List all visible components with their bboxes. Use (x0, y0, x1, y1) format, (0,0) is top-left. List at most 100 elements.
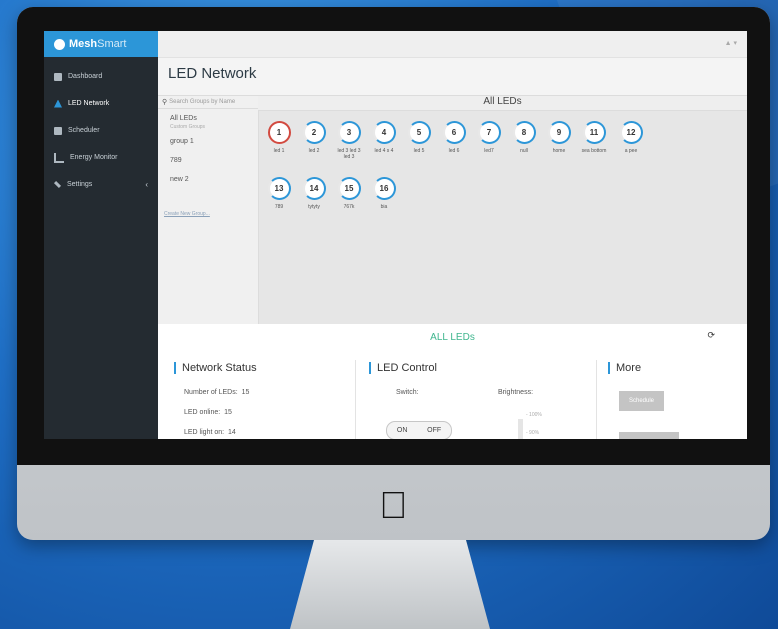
led-number: 7 (477, 121, 501, 144)
sidebar-item-label: Scheduler (68, 127, 100, 134)
user-menu[interactable]: ▲ ▾ (725, 39, 737, 47)
led-label: led 3 led 3 led 3 (337, 148, 361, 160)
led-node[interactable]: 4 led 4 s 4 (370, 121, 398, 154)
bar-chart-icon (54, 152, 64, 163)
schedule-button[interactable]: Schedule (619, 391, 664, 411)
group-all-leds[interactable]: All LEDs (158, 115, 258, 122)
toggle-off[interactable]: OFF (427, 427, 441, 434)
stat-label: Number of LEDs: (184, 389, 238, 396)
wrench-icon (53, 180, 62, 189)
led-node[interactable]: 6 led 6 (440, 121, 468, 154)
led-label: sea bottom (581, 148, 607, 154)
group-search[interactable]: ⚲ Search Groups by Name (158, 96, 258, 109)
top-bar: ▲ ▾ (158, 31, 747, 58)
tick-label: - 90% (526, 430, 540, 436)
network-icon (54, 99, 62, 108)
led-number: 14 (302, 177, 326, 200)
brand-light: Smart (97, 38, 127, 50)
led-number: 16 (372, 177, 396, 200)
led-number: 12 (619, 121, 643, 144)
screen: Mesh Smart Dashboard LED Network Schedule… (44, 31, 747, 439)
led-node[interactable]: 11 sea bottom (580, 121, 608, 154)
led-number: 5 (407, 121, 431, 144)
tick-label: - 100% (526, 412, 542, 418)
summary-panel: ALL LEDs ⟳ Network Status Number of LEDs… (158, 324, 747, 439)
page-title: LED Network (168, 65, 257, 82)
refresh-icon[interactable]: ⟳ (707, 330, 715, 341)
switch-toggle[interactable]: ON OFF (386, 421, 452, 439)
led-number: 8 (512, 121, 536, 144)
stat-value: 15 (224, 409, 232, 416)
network-status-heading: Network Status (174, 362, 257, 374)
group-item[interactable]: new 2 (158, 176, 258, 183)
num-leds-stat: Number of LEDs: 15 (184, 389, 249, 396)
sidebar-item-label: Energy Monitor (70, 154, 118, 161)
led-label: null (520, 148, 528, 154)
leds-header: All LEDs (258, 96, 747, 111)
led-label: led 2 (308, 148, 320, 154)
more-heading: More (608, 362, 641, 374)
led-number: 2 (302, 121, 326, 144)
led-label: led7 (484, 148, 494, 154)
led-label: bia (380, 204, 388, 210)
brightness-slider[interactable] (518, 419, 523, 439)
sidebar-item-dashboard[interactable]: Dashboard (44, 63, 158, 90)
more-button[interactable] (619, 432, 679, 439)
calendar-icon (54, 126, 62, 135)
led-number: 4 (372, 121, 396, 144)
led-node[interactable]: 14 tytyty (300, 177, 328, 210)
led-node[interactable]: 2 led 2 (300, 121, 328, 154)
led-number: 15 (337, 177, 361, 200)
brand-logo[interactable]: Mesh Smart (44, 31, 158, 57)
dashboard-icon (54, 72, 62, 81)
sidebar-item-energy-monitor[interactable]: Energy Monitor (44, 144, 158, 171)
led-label: home (552, 148, 566, 154)
monitor-stand (290, 540, 490, 629)
led-label: led 4 s 4 (374, 148, 394, 154)
mesh-logo-icon (54, 38, 65, 50)
divider (355, 360, 356, 439)
group-item[interactable]: 789 (158, 157, 258, 164)
led-label: tytyty (308, 204, 320, 210)
stat-label: LED online: (184, 409, 221, 416)
sidebar-item-led-network[interactable]: LED Network (44, 90, 158, 117)
led-control-heading: LED Control (369, 362, 437, 374)
divider (596, 360, 597, 439)
brightness-label: Brightness: (498, 389, 534, 396)
create-group-link[interactable]: Create New Group... (158, 211, 258, 217)
sidebar-item-settings[interactable]: Settings ‹ (44, 171, 158, 198)
led-node[interactable]: 16 bia (370, 177, 398, 210)
led-number: 11 (582, 121, 606, 144)
sidebar-item-label: LED Network (68, 100, 110, 107)
led-label: led 1 (273, 148, 285, 154)
led-node[interactable]: 7 led7 (475, 121, 503, 154)
brand-bold: Mesh (69, 38, 98, 50)
switch-label: Switch: (396, 389, 419, 396)
stat-value: 14 (227, 429, 236, 436)
led-number: 3 (337, 121, 361, 144)
summary-title: ALL LEDs (430, 332, 475, 343)
search-input[interactable]: Search Groups by Name (169, 99, 235, 105)
sidebar-item-scheduler[interactable]: Scheduler (44, 117, 158, 144)
led-node[interactable]: 5 led 5 (405, 121, 433, 154)
light-on-stat: LED light on: 14 (184, 429, 236, 436)
toggle-on[interactable]: ON (397, 427, 408, 434)
led-node[interactable]: 15 767k (335, 177, 363, 210)
led-number: 1 (267, 121, 291, 144)
led-label: led 5 (413, 148, 425, 154)
led-panel: ⚲ Search Groups by Name All LEDs Custom … (158, 95, 747, 325)
led-node[interactable]: 8 null (510, 121, 538, 154)
led-node[interactable]: 3 led 3 led 3 led 3 (335, 121, 363, 160)
led-label: led 6 (448, 148, 460, 154)
led-node[interactable]: 1 led 1 (265, 121, 293, 154)
led-node[interactable]: 12 a pee (617, 121, 645, 154)
led-node[interactable]: 9 home (545, 121, 573, 154)
led-label: a pee (624, 148, 638, 154)
groups-sidebar: ⚲ Search Groups by Name All LEDs Custom … (158, 96, 259, 325)
group-item[interactable]: group 1 (158, 138, 258, 145)
stat-label: LED light on: (184, 429, 225, 436)
apple-logo-icon:  (379, 485, 408, 528)
led-node[interactable]: 13 789 (265, 177, 293, 210)
chevron-left-icon[interactable]: ‹ (145, 180, 148, 189)
led-number: 13 (267, 177, 291, 200)
